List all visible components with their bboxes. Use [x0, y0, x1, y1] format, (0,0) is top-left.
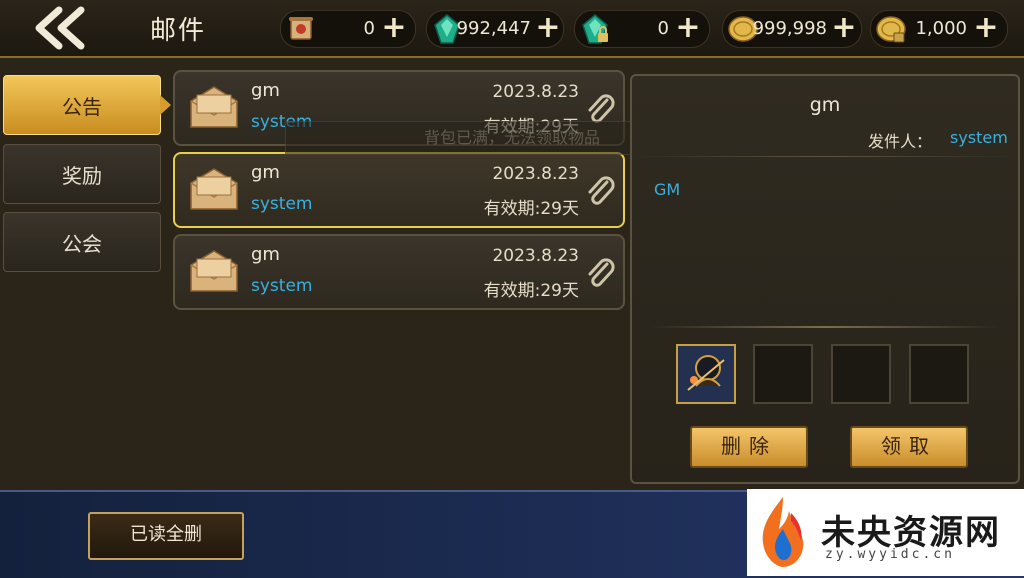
attachment-slot[interactable] [753, 344, 813, 404]
currency-gold-value: 999,998 [752, 18, 827, 39]
locked-coin-icon [876, 16, 906, 43]
hero-item-icon [678, 346, 734, 402]
mail-item[interactable]: gm system 2023.8.23 有效期:29天 [173, 234, 625, 310]
currency-locked-coin-add-button[interactable]: + [973, 13, 999, 43]
envelope-icon [190, 250, 238, 292]
tab-guild-label: 公会 [62, 231, 102, 256]
mail-expiry: 有效期:29天 [483, 199, 579, 219]
flame-logo-icon [762, 497, 804, 567]
locked-gem-icon [582, 14, 608, 44]
currency-scroll-value: 0 [363, 18, 375, 39]
delete-button[interactable]: 删除 [690, 426, 808, 468]
currency-gem-value: 992,447 [456, 18, 531, 39]
mail-detail-panel: gm 发件人： system GM 删除 领取 [630, 74, 1020, 484]
mail-from: system [251, 194, 313, 214]
mail-from: system [251, 276, 313, 296]
mail-date: 2023.8.23 [492, 82, 579, 102]
claim-button[interactable]: 领取 [850, 426, 968, 468]
mail-expiry: 有效期:29天 [483, 281, 579, 301]
attachment-slot[interactable] [676, 344, 736, 404]
back-button[interactable] [24, 6, 94, 50]
attachment-slot[interactable] [909, 344, 969, 404]
currency-locked-coin: 1,000 + [870, 10, 1008, 48]
currency-locked-gem: 0 + [574, 10, 710, 48]
tab-announcement[interactable]: 公告 [3, 75, 171, 135]
paperclip-icon [588, 176, 615, 205]
envelope-icon [190, 86, 238, 128]
watermark-url: zy.wyyidc.cn [825, 547, 955, 562]
envelope-icon [190, 168, 238, 210]
scroll-icon [289, 17, 313, 40]
detail-body: GM [654, 180, 681, 199]
attachment-slot[interactable] [831, 344, 891, 404]
page-title: 邮件 [150, 16, 207, 46]
mail-date: 2023.8.23 [492, 246, 579, 266]
tab-guild[interactable]: 公会 [3, 212, 161, 272]
mail-sender: gm [251, 244, 280, 265]
double-chevron-left-icon [35, 6, 85, 50]
currency-locked-gem-add-button[interactable]: + [675, 13, 701, 43]
paperclip-icon [588, 258, 615, 287]
tab-rewards[interactable]: 奖励 [3, 144, 161, 204]
mail-sender: gm [251, 80, 280, 101]
detail-from: system [950, 128, 1008, 147]
currency-gold: 999,998 + [722, 10, 862, 48]
currency-scroll-add-button[interactable]: + [381, 13, 407, 43]
currency-locked-gem-value: 0 [657, 18, 669, 39]
currency-gem-add-button[interactable]: + [535, 13, 561, 43]
mail-sender: gm [251, 162, 280, 183]
delete-all-read-button[interactable]: 已读全删 [88, 512, 244, 560]
tab-rewards-label: 奖励 [62, 163, 102, 188]
currency-locked-coin-value: 1,000 [915, 18, 967, 39]
detail-sender: gm [809, 94, 841, 116]
mail-date: 2023.8.23 [492, 164, 579, 184]
watermark: 未央资源网 zy.wyyidc.cn [747, 489, 1024, 576]
currency-gem: 992,447 + [426, 10, 564, 48]
divider [650, 326, 1000, 328]
detail-sender-label: 发件人： [868, 132, 933, 151]
mail-item[interactable]: gm system 2023.8.23 有效期:29天 [173, 152, 625, 228]
top-bar: 邮件 0 + 992,447 + 0 + 999,998 + 1,000 + [0, 0, 1024, 58]
currency-gold-add-button[interactable]: + [831, 13, 857, 43]
tab-announcement-label: 公告 [62, 94, 102, 119]
currency-scroll: 0 + [280, 10, 416, 48]
divider [632, 156, 1018, 157]
